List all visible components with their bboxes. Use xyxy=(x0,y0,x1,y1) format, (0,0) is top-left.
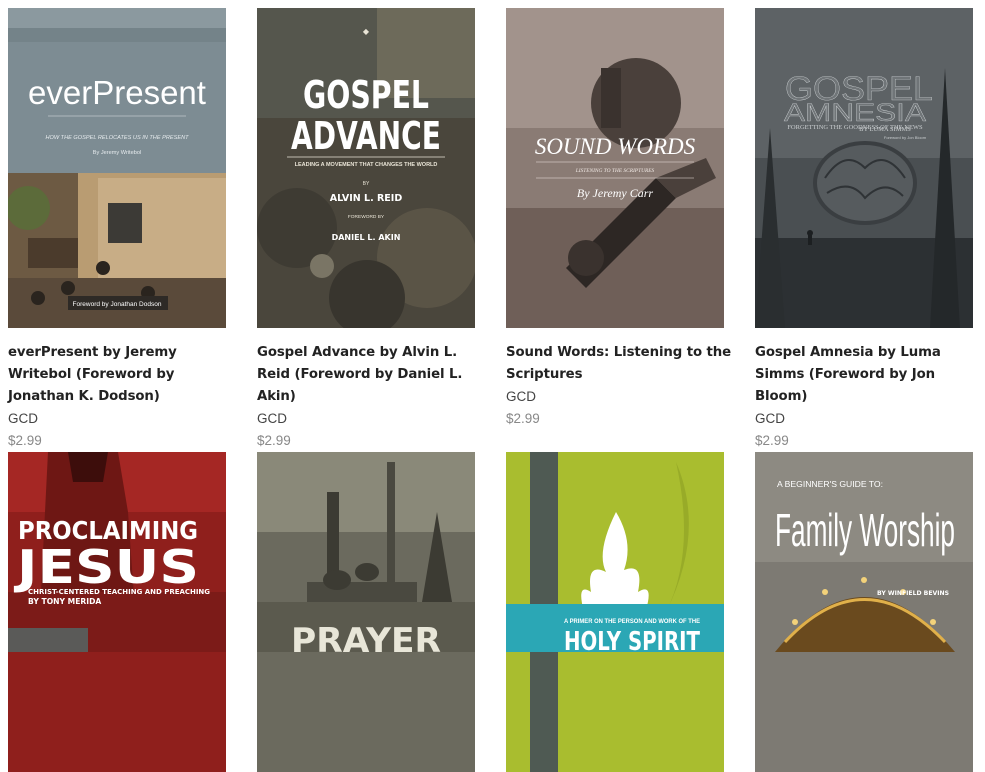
cover-art: A BEGINNER'S GUIDE TO: Family Worship BY… xyxy=(755,452,973,772)
cover-line1: Family Worship xyxy=(775,504,955,556)
cover-author: BY TONY MERIDA xyxy=(28,597,101,606)
cover-by: BY xyxy=(363,181,370,187)
cover-headline: HOLY SPIRIT xyxy=(564,627,700,657)
cover-author: BY WINFIELD BEVINS xyxy=(877,589,949,597)
cover-art: PROCLAIMING JESUS CHRIST-CENTERED TEACHI… xyxy=(8,452,226,772)
book-cover-everpresent[interactable]: everPresent HOW THE GOSPEL RELOCATES US … xyxy=(8,8,226,328)
book-grid: everPresent HOW THE GOSPEL RELOCATES US … xyxy=(0,0,985,772)
cover-headline: SOUND WORDS xyxy=(535,134,696,159)
cover-author: ALVIN L. REID xyxy=(330,193,403,204)
cover-line2: JESUS xyxy=(13,540,199,594)
cover-kicker: A BEGINNER'S GUIDE TO: xyxy=(777,479,883,489)
book-price: $2.99 xyxy=(257,433,291,448)
book-publisher: GCD xyxy=(755,411,785,426)
book-publisher: GCD xyxy=(8,411,38,426)
book-publisher: GCD xyxy=(257,411,287,426)
cover-foreword-by: FOREWORD BY xyxy=(348,214,385,220)
cover-diamond: ◆ xyxy=(363,27,370,36)
book-title[interactable]: Gospel Amnesia by Luma Simms (Foreword b… xyxy=(755,342,985,408)
cover-tagline: HOW THE GOSPEL RELOCATES US IN THE PRESE… xyxy=(45,135,189,141)
book-cover-sound-words[interactable]: SOUND WORDS LISTENING TO THE SCRIPTURES … xyxy=(506,8,724,328)
book-cover-holy-spirit[interactable]: A PRIMER ON THE PERSON AND WORK OF THE H… xyxy=(506,452,724,772)
book-cover-gospel-advance[interactable]: ◆ GOSPEL ADVANCE LEADING A MOVEMENT THAT… xyxy=(257,8,475,328)
book-cover-gospel-amnesia[interactable]: GOSPEL AMNESIA FORGETTING THE GOODNESS O… xyxy=(755,8,973,328)
cover-author: By Jeremy Writebol xyxy=(93,150,141,156)
book-cover-family-worship[interactable]: A BEGINNER'S GUIDE TO: Family Worship BY… xyxy=(755,452,973,772)
book-publisher: GCD xyxy=(506,389,536,404)
cover-art: GOSPEL AMNESIA FORGETTING THE GOODNESS O… xyxy=(755,8,973,328)
cover-art: PRAYER xyxy=(257,452,475,772)
cover-foreword: DANIEL L. AKIN xyxy=(332,233,401,242)
cover-line2: ADVANCE xyxy=(291,114,441,158)
book-cover-prayer[interactable]: PRAYER xyxy=(257,452,475,772)
cover-art: SOUND WORDS LISTENING TO THE SCRIPTURES … xyxy=(506,8,724,328)
book-title[interactable]: everPresent by Jeremy Writebol (Foreword… xyxy=(8,342,238,408)
cover-headline: everPresent xyxy=(28,74,206,111)
cover-headline: PRAYER xyxy=(291,621,441,661)
cover-art: A PRIMER ON THE PERSON AND WORK OF THE H… xyxy=(506,452,724,772)
book-title[interactable]: Sound Words: Listening to the Scriptures xyxy=(506,342,736,386)
cover-author: BY LUMA SIMMS xyxy=(859,126,911,133)
cover-tagline: CHRIST-CENTERED TEACHING AND PREACHING xyxy=(28,587,210,596)
cover-line1: GOSPEL xyxy=(303,73,429,117)
book-title[interactable]: Gospel Advance by Alvin L. Reid (Forewor… xyxy=(257,342,487,408)
cover-line2: AMNESIA xyxy=(784,99,926,127)
book-price: $2.99 xyxy=(755,433,789,448)
book-price: $2.99 xyxy=(506,411,540,426)
book-price: $2.99 xyxy=(8,433,42,448)
cover-foreword: Foreword by Jon Bloom xyxy=(884,135,927,140)
book-cover-proclaiming-jesus[interactable]: PROCLAIMING JESUS CHRIST-CENTERED TEACHI… xyxy=(8,452,226,772)
cover-art: ◆ GOSPEL ADVANCE LEADING A MOVEMENT THAT… xyxy=(257,8,475,328)
cover-tagline: LISTENING TO THE SCRIPTURES xyxy=(575,168,655,174)
cover-foreword: Foreword by Jonathan Dodson xyxy=(73,301,162,308)
cover-tagline: LEADING A MOVEMENT THAT CHANGES THE WORL… xyxy=(295,162,438,168)
cover-art: everPresent HOW THE GOSPEL RELOCATES US … xyxy=(8,8,226,328)
cover-tagline: A PRIMER ON THE PERSON AND WORK OF THE xyxy=(564,619,700,625)
cover-author: By Jeremy Carr xyxy=(577,186,654,200)
